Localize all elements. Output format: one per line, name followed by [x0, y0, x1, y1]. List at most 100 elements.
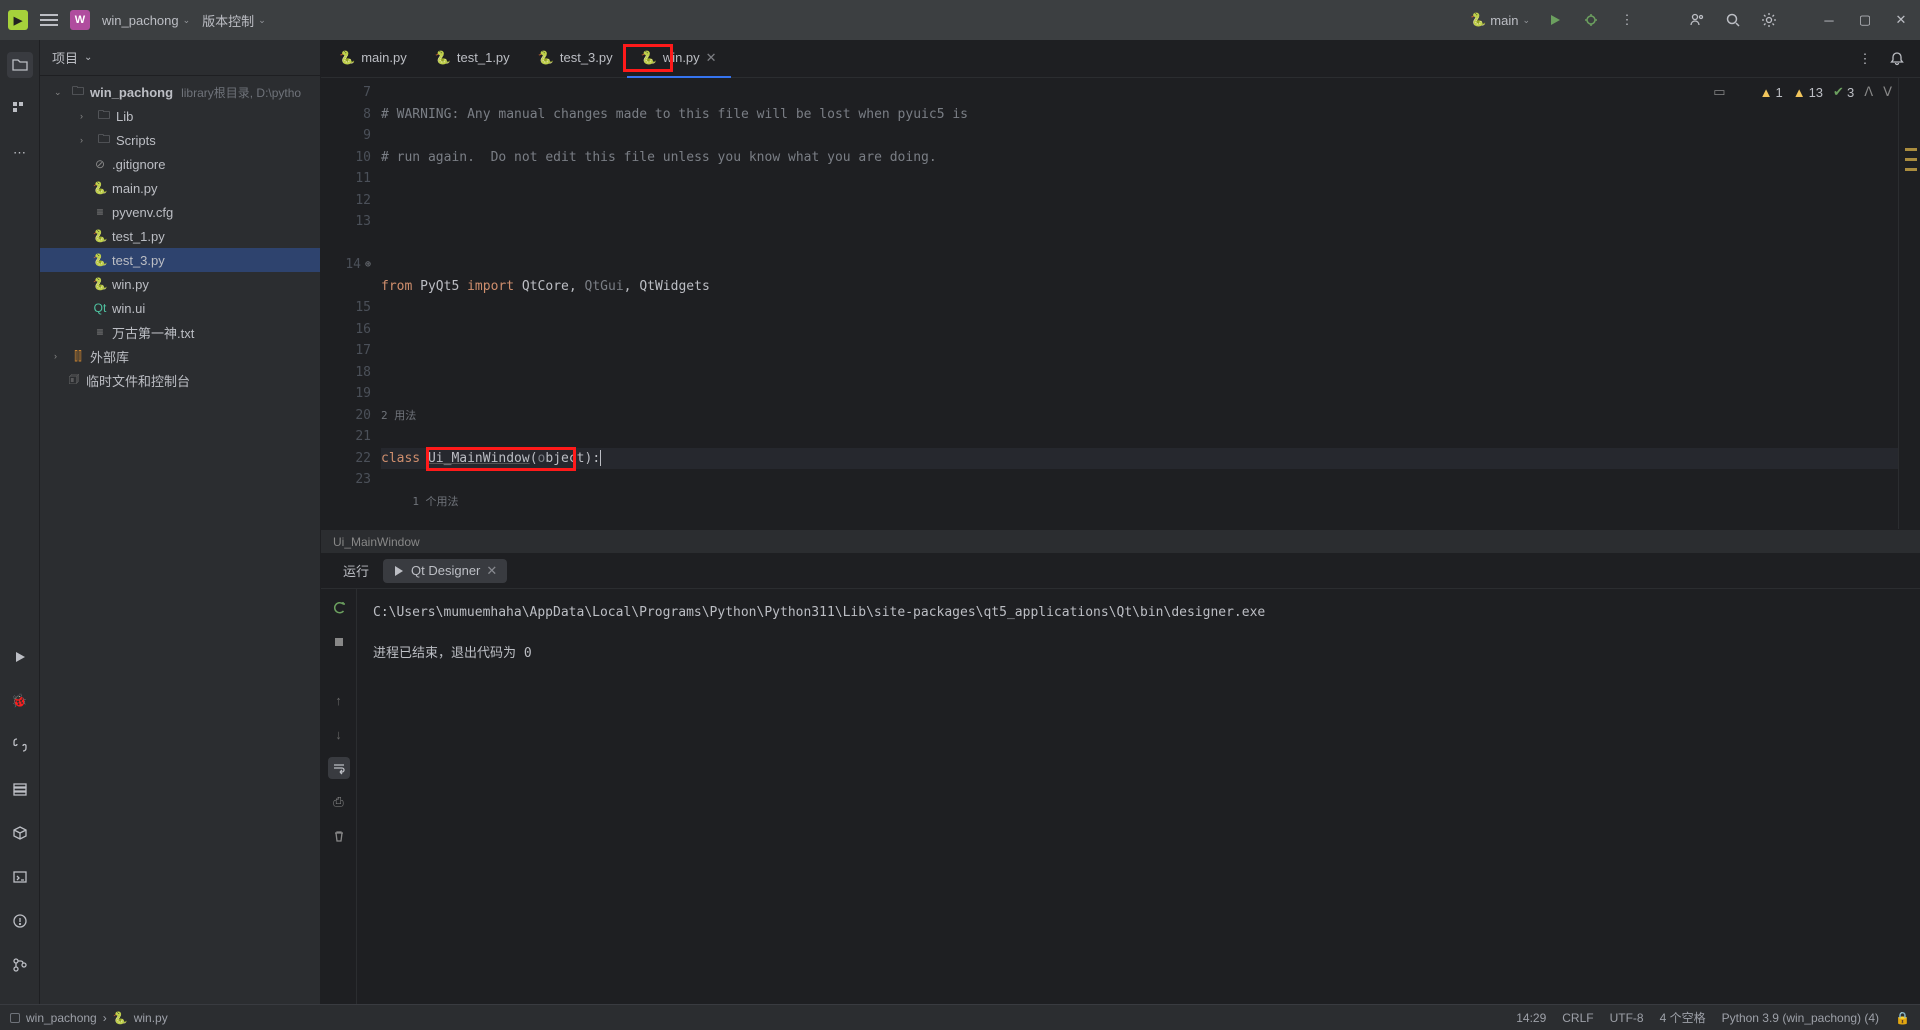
tree-item[interactable]: ›🗀Scripts — [40, 128, 320, 152]
close-window-button[interactable]: ✕ — [1890, 9, 1912, 31]
run-tool-window: 运行 Qt Designer ✕ ↑ ↓ ⎙ — [321, 553, 1920, 1004]
main-menu-button[interactable] — [40, 14, 58, 26]
minimize-button[interactable]: ─ — [1818, 9, 1840, 31]
stop-button[interactable] — [328, 631, 350, 653]
run-config-dropdown[interactable]: 🐍 main ⌄ — [1470, 12, 1530, 28]
status-path-root[interactable]: win_pachong — [26, 1011, 97, 1025]
warning-icon: ▲ — [1793, 85, 1806, 100]
tree-item[interactable]: ≡万古第一神.txt — [40, 320, 320, 344]
console-line: C:\Users\mumuemhaha\AppData\Local\Progra… — [373, 601, 1904, 624]
settings-button[interactable] — [1758, 9, 1780, 31]
editor-error-stripe[interactable] — [1898, 78, 1920, 529]
editor-body[interactable]: ▭ ▲1 ▲13 ✔3 ᐱ ᐯ 78910 111213 14 ⊕ 151617… — [321, 78, 1920, 529]
breadcrumb-bar[interactable]: Ui_MainWindow — [321, 529, 1920, 553]
tree-scratches[interactable]: 🗊临时文件和控制台 — [40, 368, 320, 392]
project-tool-button[interactable] — [7, 52, 33, 78]
close-tab-button[interactable]: ✕ — [706, 50, 717, 66]
line-column-indicator[interactable]: 14:29 — [1516, 1011, 1546, 1025]
tree-item[interactable]: 🐍main.py — [40, 176, 320, 200]
tree-item[interactable]: 🐍test_3.py — [40, 248, 320, 272]
folder-icon: 🗀 — [70, 84, 86, 100]
editor-tab[interactable]: 🐍win.py ✕ — [627, 40, 731, 78]
tree-root-name: win_pachong — [90, 85, 173, 100]
expand-arrow-icon: › — [80, 111, 92, 121]
tab-actions-button[interactable]: ⋮ — [1854, 48, 1876, 70]
reader-mode-icon[interactable]: ▭ — [1713, 84, 1725, 100]
structure-tool-button[interactable] — [7, 96, 33, 122]
code-content[interactable]: # WARNING: Any manual changes made to th… — [381, 78, 1898, 529]
editor-tabs: 🐍main.py 🐍test_1.py 🐍test_3.py 🐍win.py ✕… — [321, 40, 1920, 78]
problems-tool-button[interactable] — [7, 908, 33, 934]
python-console-button[interactable] — [7, 732, 33, 758]
code-with-me-button[interactable] — [1686, 9, 1708, 31]
project-panel-header[interactable]: 项目 ⌄ — [40, 40, 320, 76]
python-file-icon: 🐍 — [92, 252, 108, 268]
encoding-indicator[interactable]: UTF-8 — [1610, 1011, 1644, 1025]
tree-item[interactable]: 🐍win.py — [40, 272, 320, 296]
scroll-to-end-button[interactable]: ⎙ — [328, 791, 350, 813]
chevron-down-icon: ⌄ — [84, 52, 92, 63]
editor-tab[interactable]: 🐍main.py — [325, 40, 421, 78]
rerun-button[interactable] — [328, 597, 350, 619]
indent-indicator[interactable]: 4 个空格 — [1660, 1009, 1706, 1026]
tree-item[interactable]: 🐍test_1.py — [40, 224, 320, 248]
vcs-tool-button[interactable] — [7, 952, 33, 978]
ui-file-icon: Qt — [92, 300, 108, 316]
folder-icon: 🗀 — [96, 132, 112, 148]
up-button[interactable]: ↑ — [328, 689, 350, 711]
python-file-icon: 🐍 — [339, 50, 355, 66]
project-dropdown[interactable]: win_pachong ⌄ — [102, 13, 190, 28]
designer-tab[interactable]: Qt Designer ✕ — [383, 559, 507, 583]
status-bar: win_pachong › 🐍 win.py 14:29 CRLF UTF-8 … — [0, 1004, 1920, 1030]
down-button[interactable]: ↓ — [328, 723, 350, 745]
project-tree: ⌄ 🗀 win_pachong library根目录, D:\pytho ›🗀L… — [40, 76, 320, 1004]
close-tab-button[interactable]: ✕ — [486, 563, 497, 579]
chevron-down-icon: ⌄ — [183, 15, 191, 26]
python-file-icon: 🐍 — [113, 1011, 128, 1025]
soft-wrap-button[interactable] — [328, 757, 350, 779]
tree-item[interactable]: ›🗀Lib — [40, 104, 320, 128]
scratch-icon: 🗊 — [66, 372, 82, 388]
editor-tab[interactable]: 🐍test_3.py — [524, 40, 627, 78]
notifications-button[interactable] — [1886, 48, 1908, 70]
python-file-icon: 🐍 — [435, 50, 451, 66]
clear-button[interactable] — [328, 825, 350, 847]
run-button[interactable] — [1544, 9, 1566, 31]
tree-root[interactable]: ⌄ 🗀 win_pachong library根目录, D:\pytho — [40, 80, 320, 104]
line-separator-indicator[interactable]: CRLF — [1562, 1011, 1593, 1025]
titlebar: ▶ W win_pachong ⌄ 版本控制 ⌄ 🐍 main ⌄ ⋮ ─ ▢ … — [0, 0, 1920, 40]
project-panel: 项目 ⌄ ⌄ 🗀 win_pachong library根目录, D:\pyth… — [40, 40, 321, 1004]
lock-icon[interactable]: 🔒 — [1895, 1011, 1910, 1025]
status-path-file[interactable]: win.py — [134, 1011, 168, 1025]
services-tool-button[interactable] — [7, 776, 33, 802]
debug-tool-button[interactable]: 🐞 — [7, 688, 33, 714]
vcs-dropdown[interactable]: 版本控制 ⌄ — [202, 11, 266, 30]
expand-arrow-icon: › — [54, 351, 66, 361]
chevron-down-icon: ⌄ — [258, 15, 266, 26]
search-button[interactable] — [1722, 9, 1744, 31]
debug-button[interactable] — [1580, 9, 1602, 31]
tree-external-libs[interactable]: ›⫿⫿外部库 — [40, 344, 320, 368]
interpreter-indicator[interactable]: Python 3.9 (win_pachong) (4) — [1722, 1011, 1879, 1025]
tree-item[interactable]: ⊘.gitignore — [40, 152, 320, 176]
next-highlight-button[interactable]: ᐯ — [1883, 84, 1892, 100]
more-tools-button[interactable]: ⋯ — [7, 140, 33, 166]
prev-highlight-button[interactable]: ᐱ — [1864, 84, 1873, 100]
console-output[interactable]: C:\Users\mumuemhaha\AppData\Local\Progra… — [357, 589, 1920, 1004]
editor-tab[interactable]: 🐍test_1.py — [421, 40, 524, 78]
config-file-icon: ≡ — [92, 204, 108, 220]
tool-windows-button[interactable] — [10, 1013, 20, 1023]
python-packages-button[interactable] — [7, 820, 33, 846]
project-panel-title: 项目 — [52, 48, 78, 67]
inspection-widget[interactable]: ▭ ▲1 ▲13 ✔3 ᐱ ᐯ — [1713, 84, 1892, 100]
tree-item[interactable]: ≡pyvenv.cfg — [40, 200, 320, 224]
more-actions-button[interactable]: ⋮ — [1616, 9, 1638, 31]
terminal-tool-button[interactable] — [7, 864, 33, 890]
tree-item[interactable]: Qtwin.ui — [40, 296, 320, 320]
maximize-button[interactable]: ▢ — [1854, 9, 1876, 31]
console-line: 进程已结束，退出代码为 0 — [373, 642, 1904, 665]
run-tab[interactable]: 运行 — [333, 557, 379, 584]
run-config-label: main — [1490, 13, 1518, 28]
breadcrumb-item[interactable]: Ui_MainWindow — [333, 535, 420, 549]
run-tool-button[interactable] — [7, 644, 33, 670]
